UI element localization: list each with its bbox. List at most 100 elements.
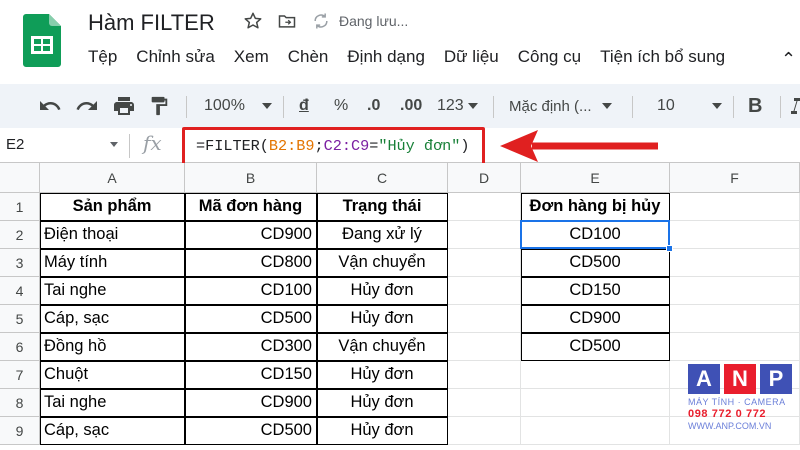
cell-d9[interactable] xyxy=(448,417,521,445)
currency-format-button[interactable]: đ xyxy=(299,84,309,128)
cell-e3[interactable]: CD500 xyxy=(521,249,670,277)
cell-b4[interactable]: CD100 xyxy=(185,277,317,305)
cell-c3[interactable]: Vận chuyển xyxy=(317,249,448,277)
percent-format-button[interactable]: % xyxy=(334,84,348,128)
cell-c6[interactable]: Vận chuyển xyxy=(317,333,448,361)
row-header-3[interactable]: 3 xyxy=(0,249,40,277)
menu-format[interactable]: Định dạng xyxy=(347,47,425,67)
cell-b6[interactable]: CD300 xyxy=(185,333,317,361)
cell-e7[interactable] xyxy=(521,361,670,389)
zoom-select[interactable]: 100% xyxy=(204,84,272,128)
anp-letter-n: N xyxy=(724,364,756,394)
row-header-8[interactable]: 8 xyxy=(0,389,40,417)
cell-e2[interactable]: CD100 xyxy=(521,221,670,249)
cell-c7[interactable]: Hủy đơn xyxy=(317,361,448,389)
print-button[interactable] xyxy=(112,84,136,128)
cell-b9[interactable]: CD500 xyxy=(185,417,317,445)
cell-f3[interactable] xyxy=(670,249,800,277)
cell-a5[interactable]: Cáp, sạc xyxy=(40,305,185,333)
menu-view[interactable]: Xem xyxy=(234,47,269,67)
cell-d4[interactable] xyxy=(448,277,521,305)
star-icon[interactable] xyxy=(243,11,263,31)
cell-a4[interactable]: Tai nghe xyxy=(40,277,185,305)
cell-a6[interactable]: Đồng hồ xyxy=(40,333,185,361)
formula-input[interactable]: =FILTER(B2:B9;C2:C9="Hủy đơn") xyxy=(196,137,469,155)
cell-b8[interactable]: CD900 xyxy=(185,389,317,417)
cell-f6[interactable] xyxy=(670,333,800,361)
cell-c4[interactable]: Hủy đơn xyxy=(317,277,448,305)
cell-e6[interactable]: CD500 xyxy=(521,333,670,361)
cell-d8[interactable] xyxy=(448,389,521,417)
select-all-corner[interactable] xyxy=(0,163,40,193)
column-header-f[interactable]: F xyxy=(670,163,800,193)
cell-f4[interactable] xyxy=(670,277,800,305)
move-folder-icon[interactable] xyxy=(277,11,297,31)
menu-data[interactable]: Dữ liệu xyxy=(444,47,499,67)
font-select[interactable]: Mặc định (... xyxy=(509,84,612,128)
menu-edit[interactable]: Chỉnh sửa xyxy=(136,47,214,67)
chevron-down-icon[interactable] xyxy=(110,142,118,147)
cell-a9[interactable]: Cáp, sạc xyxy=(40,417,185,445)
cell-a2[interactable]: Điện thoại xyxy=(40,221,185,249)
cell-e1[interactable]: Đơn hàng bị hủy xyxy=(521,193,670,221)
column-header-e[interactable]: E xyxy=(521,163,670,193)
menu-addons[interactable]: Tiện ích bổ sung xyxy=(600,47,725,67)
cell-d2[interactable] xyxy=(448,221,521,249)
cell-f1[interactable] xyxy=(670,193,800,221)
column-header-b[interactable]: B xyxy=(185,163,317,193)
fill-handle[interactable] xyxy=(666,245,673,252)
column-header-a[interactable]: A xyxy=(40,163,185,193)
paint-format-button[interactable] xyxy=(148,84,170,128)
menu-file[interactable]: Tệp xyxy=(88,47,117,67)
cell-e8[interactable] xyxy=(521,389,670,417)
cell-c8[interactable]: Hủy đơn xyxy=(317,389,448,417)
row-header-9[interactable]: 9 xyxy=(0,417,40,445)
row-header-7[interactable]: 7 xyxy=(0,361,40,389)
undo-button[interactable] xyxy=(38,84,62,128)
cell-a7[interactable]: Chuột xyxy=(40,361,185,389)
cell-b1[interactable]: Mã đơn hàng xyxy=(185,193,317,221)
row-header-4[interactable]: 4 xyxy=(0,277,40,305)
cell-d1[interactable] xyxy=(448,193,521,221)
sheets-logo-icon[interactable] xyxy=(21,12,63,68)
cell-f5[interactable] xyxy=(670,305,800,333)
cell-d3[interactable] xyxy=(448,249,521,277)
bold-button[interactable]: B xyxy=(748,84,762,128)
cell-c9[interactable]: Hủy đơn xyxy=(317,417,448,445)
cell-e5[interactable]: CD900 xyxy=(521,305,670,333)
cell-d5[interactable] xyxy=(448,305,521,333)
doc-title[interactable]: Hàm FILTER xyxy=(88,10,215,36)
cell-c5[interactable]: Hủy đơn xyxy=(317,305,448,333)
row-header-6[interactable]: 6 xyxy=(0,333,40,361)
cell-b7[interactable]: CD150 xyxy=(185,361,317,389)
cell-b2[interactable]: CD900 xyxy=(185,221,317,249)
cell-b3[interactable]: CD800 xyxy=(185,249,317,277)
cell-b5[interactable]: CD500 xyxy=(185,305,317,333)
cell-e4[interactable]: CD150 xyxy=(521,277,670,305)
cell-f2[interactable] xyxy=(670,221,800,249)
more-formats-button[interactable]: 123 xyxy=(437,84,478,128)
decrease-decimal-button[interactable]: .0 xyxy=(367,84,380,128)
redo-button[interactable] xyxy=(75,84,99,128)
zoom-value: 100% xyxy=(204,97,245,114)
menu-overflow-icon[interactable]: ⌃ xyxy=(781,49,796,70)
row-header-1[interactable]: 1 xyxy=(0,193,40,221)
menu-tools[interactable]: Công cụ xyxy=(518,47,581,67)
cell-d7[interactable] xyxy=(448,361,521,389)
italic-button[interactable] xyxy=(788,84,800,128)
name-box[interactable]: E2 xyxy=(6,136,24,153)
font-size-select[interactable]: 10 xyxy=(657,84,722,128)
row-header-5[interactable]: 5 xyxy=(0,305,40,333)
cell-c1[interactable]: Trạng thái xyxy=(317,193,448,221)
cell-a8[interactable]: Tai nghe xyxy=(40,389,185,417)
menu-insert[interactable]: Chèn xyxy=(288,47,329,67)
column-header-c[interactable]: C xyxy=(317,163,448,193)
cell-e9[interactable] xyxy=(521,417,670,445)
cell-a3[interactable]: Máy tính xyxy=(40,249,185,277)
column-header-d[interactable]: D xyxy=(448,163,521,193)
row-header-2[interactable]: 2 xyxy=(0,221,40,249)
increase-decimal-button[interactable]: .00 xyxy=(400,84,422,128)
cell-a1[interactable]: Sản phẩm xyxy=(40,193,185,221)
cell-d6[interactable] xyxy=(448,333,521,361)
cell-c2[interactable]: Đang xử lý xyxy=(317,221,448,249)
